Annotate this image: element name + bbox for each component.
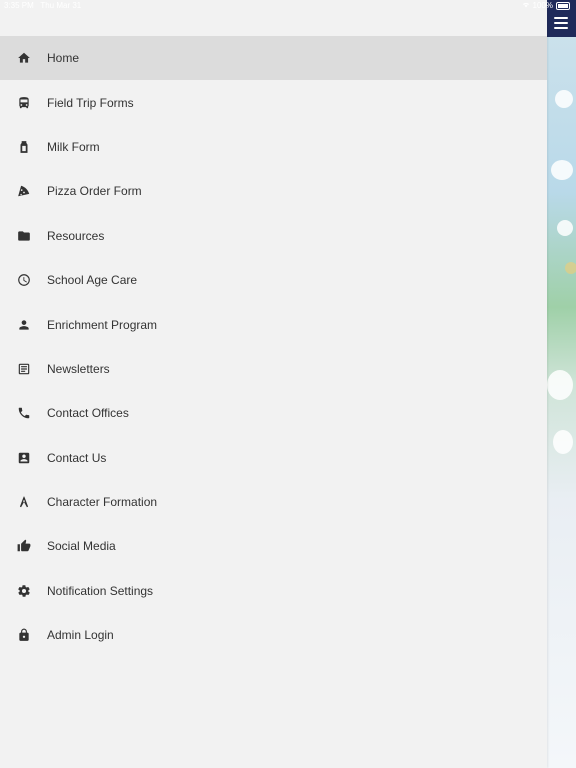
menu-item-label: Field Trip Forms: [47, 95, 134, 110]
menu-item-home[interactable]: Home: [0, 36, 547, 81]
menu-item-label: Home: [47, 51, 80, 66]
menu-item-label: Notification Settings: [47, 583, 154, 598]
document-icon: [16, 361, 32, 377]
cloud-decoration: [551, 160, 573, 180]
menu-item-pizza-order-form[interactable]: Pizza Order Form: [0, 169, 547, 213]
cloud-decoration: [557, 220, 573, 236]
battery-icon: [556, 1, 570, 10]
background-app: [547, 0, 576, 768]
lock-icon: [16, 627, 32, 643]
menu-item-label: Newsletters: [47, 361, 110, 376]
milk-carton-icon: [16, 139, 32, 155]
phone-icon: [16, 405, 32, 421]
menu-item-label: Social Media: [47, 539, 116, 554]
person-icon: [16, 317, 32, 333]
navigation-drawer: Home Field Trip Forms Milk Form Pizza Or…: [0, 0, 547, 768]
menu-item-label: Enrichment Program: [47, 317, 158, 332]
gear-icon: [16, 583, 32, 599]
menu-item-newsletters[interactable]: Newsletters: [0, 347, 547, 391]
menu-item-admin-login[interactable]: Admin Login: [0, 613, 547, 657]
menu-item-contact-us[interactable]: Contact Us: [0, 436, 547, 480]
contact-card-icon: [16, 450, 32, 466]
menu-item-field-trip-forms[interactable]: Field Trip Forms: [0, 80, 547, 124]
cloud-decoration: [547, 370, 573, 400]
menu-item-enrichment-program[interactable]: Enrichment Program: [0, 302, 547, 346]
menu-item-contact-offices[interactable]: Contact Offices: [0, 391, 547, 435]
home-icon: [16, 50, 32, 66]
menu-item-label: School Age Care: [47, 273, 138, 288]
hamburger-menu-icon[interactable]: [554, 17, 568, 32]
menu-item-label: Contact Offices: [47, 406, 129, 421]
status-date: Thu Mar 31: [40, 1, 82, 10]
menu-item-social-media[interactable]: Social Media: [0, 524, 547, 568]
menu-item-notification-settings[interactable]: Notification Settings: [0, 569, 547, 613]
menu-item-character-formation[interactable]: Character Formation: [0, 480, 547, 524]
clock-icon: [16, 272, 32, 288]
menu-item-label: Character Formation: [47, 495, 158, 510]
menu-item-label: Contact Us: [47, 450, 107, 465]
menu-item-label: Admin Login: [47, 628, 114, 643]
menu-item-school-age-care[interactable]: School Age Care: [0, 258, 547, 302]
bus-icon: [16, 95, 32, 111]
menu-item-resources[interactable]: Resources: [0, 214, 547, 258]
cloud-decoration: [555, 90, 573, 108]
menu-item-label: Resources: [47, 228, 105, 243]
folder-icon: [16, 228, 32, 244]
status-time: 3:35 PM: [4, 1, 34, 10]
compass-icon: [16, 494, 32, 510]
menu-item-milk-form[interactable]: Milk Form: [0, 125, 547, 169]
thumbs-up-icon: [16, 538, 32, 554]
sun-decoration: [565, 262, 576, 274]
pizza-icon: [16, 183, 32, 199]
status-bar: 3:35 PM Thu Mar 31 100%: [0, 0, 576, 12]
menu-item-label: Pizza Order Form: [47, 184, 142, 199]
menu-item-label: Milk Form: [47, 139, 100, 154]
battery-percent: 100%: [532, 1, 553, 10]
wifi-icon: [522, 1, 530, 10]
cloud-decoration: [553, 430, 573, 454]
